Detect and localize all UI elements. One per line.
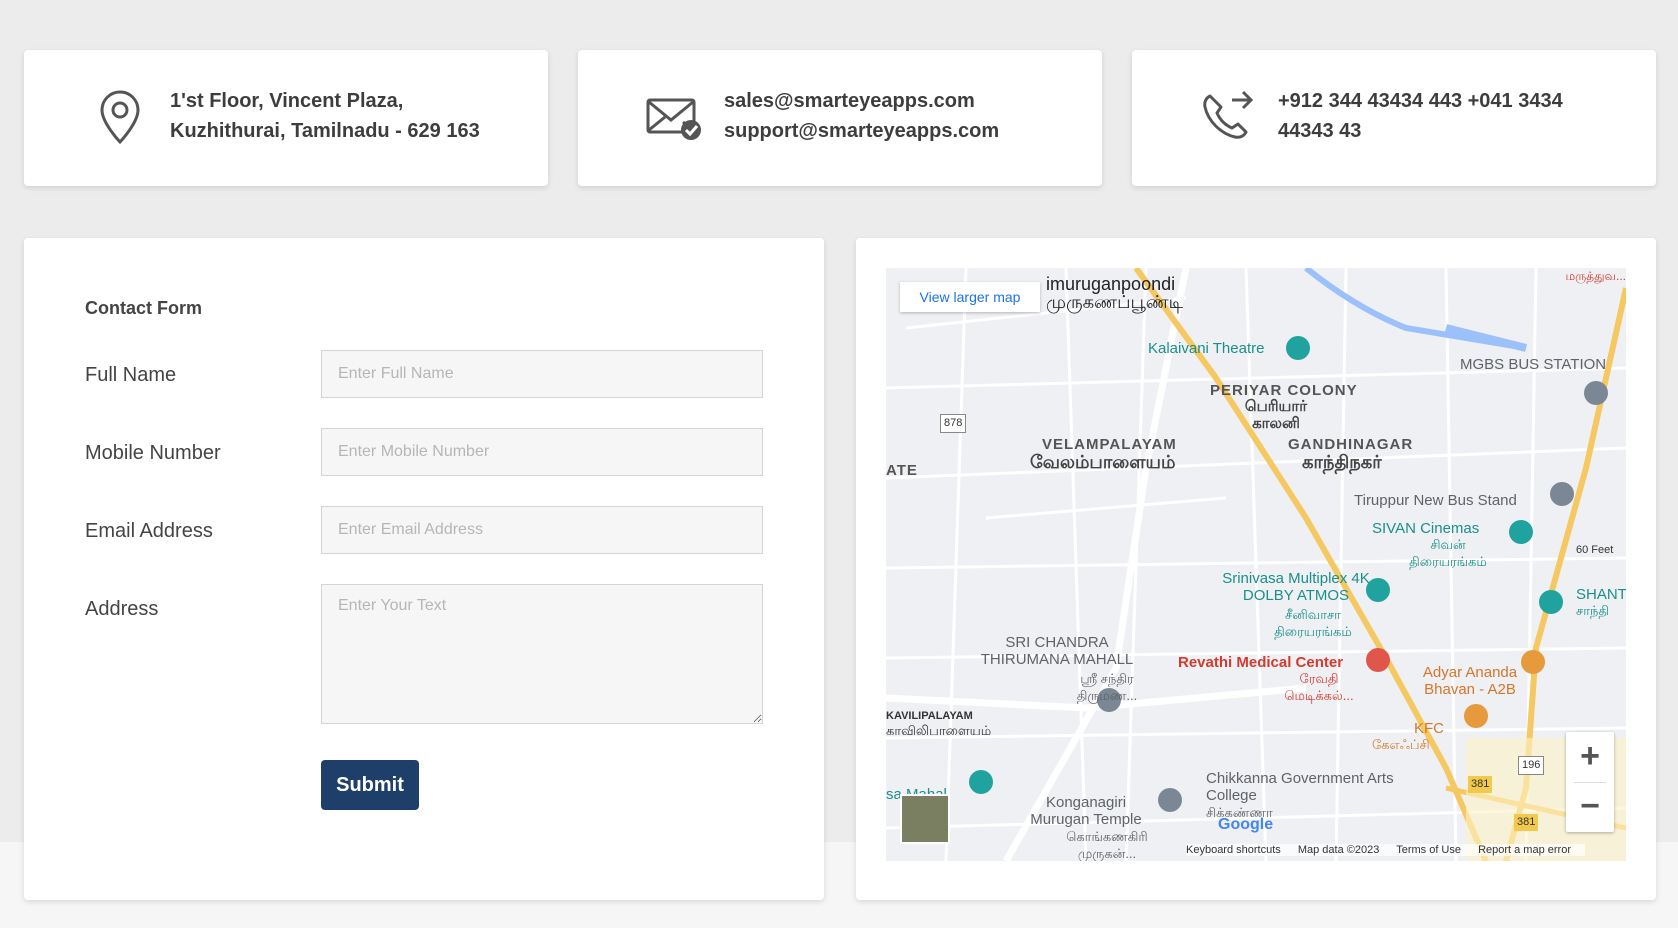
road-marker-878: 878 [940, 414, 967, 433]
map-label-velampalayam-ta: வேலம்பாளையம் [1030, 452, 1176, 472]
sales-email[interactable]: sales@smarteyeapps.com [724, 86, 1082, 116]
map-label-kfc-ta: கேஎஃப்சி [1372, 737, 1430, 752]
full-name-label: Full Name [85, 364, 177, 386]
map-label-kalaivani: Kalaivani Theatre [1148, 340, 1265, 357]
phone-forward-icon [1203, 90, 1254, 139]
zoom-in-button[interactable]: + [1566, 732, 1614, 782]
full-name-input[interactable] [321, 350, 763, 398]
map-label-revathi-ta: ரேவதி மெடிக்கல்... [1284, 671, 1354, 703]
map-label-shanthi-ta: சாந்தி [1576, 603, 1609, 618]
terms-of-use-link[interactable]: Terms of Use [1396, 844, 1461, 856]
email-address-label: Email Address [85, 520, 213, 542]
report-map-error-link[interactable]: Report a map error [1478, 844, 1571, 856]
map-label-corner-ta: மருத்துவ... [1565, 269, 1627, 283]
map-label-shanthi: SHANT [1576, 586, 1626, 603]
map-data-text: Map data ©2023 [1297, 844, 1380, 856]
contact-form-card: Contact Form Full Name : Mobile Number :… [24, 238, 824, 900]
map-label-konganagiri-ta: கொங்கணகிரி முருகன்... [1066, 829, 1148, 861]
google-logo: Google [1218, 816, 1274, 833]
mobile-number-input[interactable] [321, 428, 763, 476]
map-label-gandhinagar: GANDHINAGAR [1288, 436, 1414, 453]
support-email[interactable]: support@smarteyeapps.com [724, 116, 1082, 146]
map-label-adyar: Adyar Ananda Bhavan - A2B [1422, 664, 1518, 698]
map-attribution: Keyboard shortcuts Map data ©2023 Terms … [1186, 844, 1585, 856]
address-line1: 1'st Floor, Vincent Plaza, [170, 90, 404, 112]
map-label-ate: ATE [886, 462, 918, 479]
address-textarea[interactable] [321, 584, 763, 724]
email-text: sales@smarteyeapps.com support@smarteyea… [724, 86, 1082, 146]
map-label-sivan: SIVAN Cinemas [1372, 520, 1480, 537]
map-label-sri-chandra-ta: ஸ்ரீ சந்திர திருமண... [1076, 671, 1138, 703]
map-label-kavilipalayam-ta: காவிலிபாளையம் [886, 723, 992, 738]
map-label-velampalayam: VELAMPALAYAM [1042, 436, 1177, 453]
address-label: Address [85, 598, 159, 620]
map-label-periyar-ta: பெரியார் காலனி [1244, 398, 1308, 432]
map-label-mgbs: MGBS BUS STATION [1460, 356, 1607, 373]
phone-text: +912 344 43434 443 +041 3434 44343 43 [1278, 86, 1636, 146]
address-card: 1'st Floor, Vincent Plaza, Kuzhithurai, … [24, 50, 548, 186]
address-line2: Kuzhithurai, Tamilnadu - 629 163 [170, 120, 480, 142]
map-label-kfc: KFC [1414, 720, 1444, 737]
map-label-sivan-ta: சிவன் திரையரங்கம் [1409, 537, 1487, 569]
zoom-out-button[interactable]: − [1566, 782, 1614, 832]
map-label-konganagiri: Konganagiri Murugan Temple [1030, 794, 1142, 828]
mobile-number-label: Mobile Number [85, 442, 221, 464]
map-label-60-feet: 60 Feet [1576, 544, 1614, 556]
keyboard-shortcuts-link[interactable]: Keyboard shortcuts [1186, 844, 1281, 856]
zoom-control: + − [1566, 732, 1614, 832]
form-title: Contact Form [85, 298, 202, 318]
zoom-divider [1574, 782, 1606, 783]
map-label-top-area-ta: முருகணப்பூண்டி [1046, 292, 1183, 312]
map-label-periyar: PERIYAR COLONY [1210, 382, 1358, 399]
map-card: imuruganpoondi முருகணப்பூண்டி மருத்துவ..… [856, 238, 1656, 900]
address-text: 1'st Floor, Vincent Plaza, Kuzhithurai, … [170, 86, 528, 146]
view-larger-map-link[interactable]: View larger map [900, 282, 1040, 312]
embedded-map[interactable]: imuruganpoondi முருகணப்பூண்டி மருத்துவ..… [886, 268, 1626, 861]
map-label-top-area: imuruganpoondi [1046, 274, 1176, 294]
email-address-input[interactable] [321, 506, 763, 554]
road-marker-381a: 381 [1468, 776, 1493, 793]
map-label-sri-chandra: SRI CHANDRA THIRUMANA MAHALL [980, 634, 1134, 668]
map-label-gandhinagar-ta: காந்திநகர் [1302, 452, 1382, 472]
road-marker-196: 196 [1518, 756, 1545, 775]
road-marker-381b: 381 [1514, 814, 1539, 831]
email-card: sales@smarteyeapps.com support@smarteyea… [578, 50, 1102, 186]
map-label-chikkanna: Chikkanna Government Arts College [1206, 770, 1394, 804]
location-pin-icon [100, 90, 140, 145]
submit-button[interactable]: Submit [321, 760, 419, 810]
map-label-srinivasa-ta: சீனிவாசா திரையரங்கம் [1274, 607, 1352, 639]
map-label-tiruppur: Tiruppur New Bus Stand [1354, 492, 1517, 509]
satellite-toggle[interactable] [900, 794, 950, 844]
phone-line2: 44343 43 [1278, 120, 1362, 142]
mail-check-icon [646, 98, 701, 140]
map-label-revathi: Revathi Medical Center [1178, 654, 1344, 671]
map-label-srinivasa: Srinivasa Multiplex 4K DOLBY ATMOS [1222, 570, 1370, 604]
phone-line1: +912 344 43434 443 +041 3434 [1278, 90, 1563, 112]
phone-card: +912 344 43434 443 +041 3434 44343 43 [1132, 50, 1656, 186]
